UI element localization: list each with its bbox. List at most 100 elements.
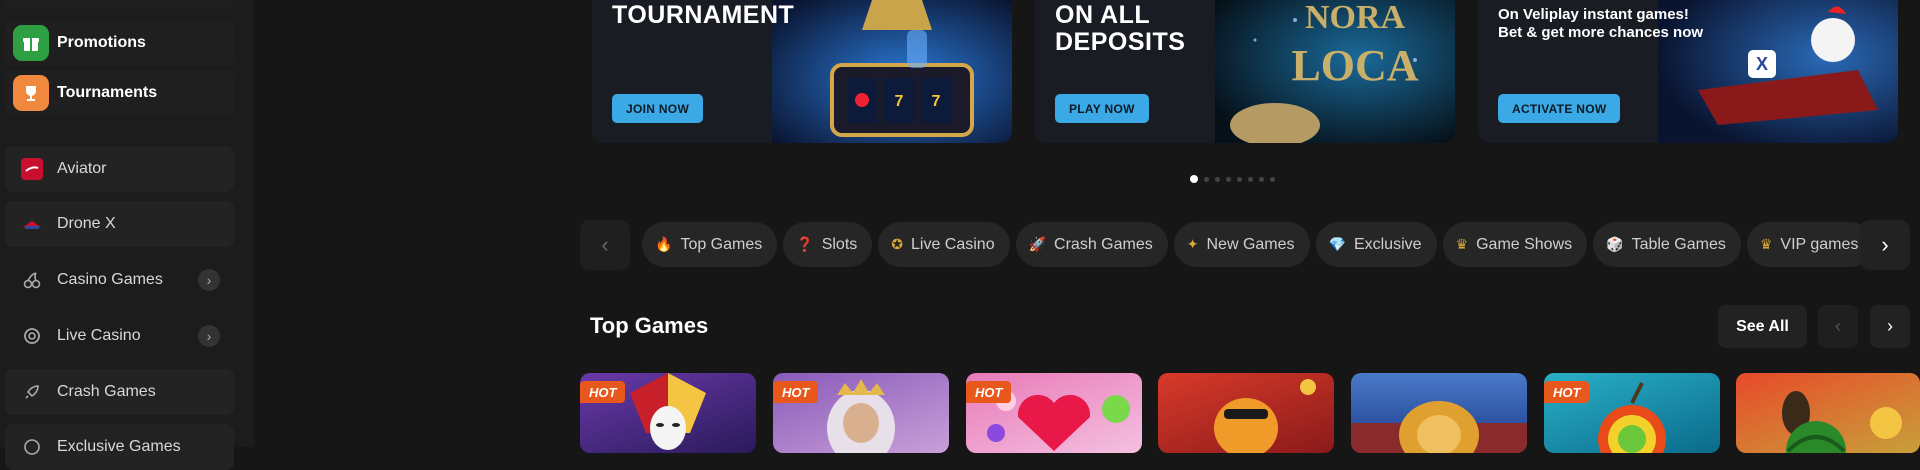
chevron-left-icon: ‹ xyxy=(1835,316,1841,336)
diamond-icon xyxy=(21,436,43,458)
drone-icon xyxy=(21,213,43,235)
banner-sub-line1: On Veliplay instant games! xyxy=(1498,6,1689,23)
chip-icon xyxy=(21,325,43,347)
carousel-dot[interactable] xyxy=(1237,176,1242,182)
category-next-button[interactable]: › xyxy=(1860,220,1910,270)
carousel-dot[interactable] xyxy=(1226,176,1231,182)
sidebar: Promotions Tournaments Aviator Drone X C… xyxy=(0,0,254,470)
tab-crash-games[interactable]: 🚀 Crash Games xyxy=(1015,222,1168,267)
trophy-icon xyxy=(13,75,49,111)
svg-text:7: 7 xyxy=(895,93,904,110)
sidebar-item-exclusive-games[interactable]: Exclusive Games xyxy=(5,424,234,470)
game-tile-tiger[interactable] xyxy=(1158,373,1334,453)
sidebar-item-live-casino[interactable]: Live Casino › xyxy=(5,313,234,359)
sidebar-item-label: Exclusive Games xyxy=(57,438,181,455)
games-next-button[interactable]: › xyxy=(1870,305,1910,348)
tab-label: Table Games xyxy=(1631,235,1726,253)
chip-icon: ✪ xyxy=(891,236,903,252)
chevron-left-icon: ‹ xyxy=(601,232,609,257)
gameshow-icon: ♛ xyxy=(1455,236,1469,252)
tab-label: Slots xyxy=(821,235,858,253)
sidebar-item-label: Tournaments xyxy=(57,84,158,101)
banner-title-line2: DEPOSITS xyxy=(1055,28,1186,56)
games-prev-button[interactable]: ‹ xyxy=(1818,305,1858,348)
svg-text:X: X xyxy=(1756,54,1768,74)
carousel-dot[interactable] xyxy=(1248,176,1253,182)
banner-title: TOURNAMENT xyxy=(612,1,795,29)
dice-icon: 🎲 xyxy=(1606,236,1624,252)
carousel-dot[interactable] xyxy=(1270,176,1275,182)
join-now-button[interactable]: JOIN NOW xyxy=(612,94,704,123)
see-all-button[interactable]: See All xyxy=(1718,305,1807,348)
tab-label: Live Casino xyxy=(911,235,995,253)
tab-live-casino[interactable]: ✪ Live Casino xyxy=(878,222,1010,267)
sidebar-item-label: Aviator xyxy=(57,160,107,177)
art-text-loca: LOCA xyxy=(1291,41,1418,90)
play-now-button[interactable]: PLAY NOW xyxy=(1055,94,1149,123)
tab-slots[interactable]: ❓ Slots xyxy=(783,222,873,267)
hot-badge: HOT xyxy=(966,381,1012,403)
tab-vip-games[interactable]: ♛ VIP games xyxy=(1746,222,1874,267)
hot-badge: HOT xyxy=(773,381,819,403)
game-tile-jester[interactable]: HOT xyxy=(580,373,756,453)
promo-banner-veliplay[interactable]: X On Veliplay instant games! Bet & get m… xyxy=(1478,0,1898,143)
promo-banner-deposits[interactable]: NORA LOCA ON ALL DEPOSITS PLAY NOW xyxy=(1035,0,1455,143)
gift-icon xyxy=(13,25,49,61)
category-prev-button[interactable]: ‹ xyxy=(580,220,630,270)
game-tile-lion[interactable] xyxy=(1351,373,1527,453)
aviator-icon xyxy=(21,158,43,180)
carousel-dot[interactable] xyxy=(1204,176,1209,182)
tab-label: Game Shows xyxy=(1476,235,1573,253)
carousel-dot[interactable] xyxy=(1259,176,1264,182)
hot-badge: HOT xyxy=(580,381,626,403)
rocket-icon xyxy=(21,381,43,403)
tab-new-games[interactable]: ✦ New Games xyxy=(1173,222,1310,267)
tab-game-shows[interactable]: ♛ Game Shows xyxy=(1442,222,1588,267)
carousel-pagination xyxy=(1190,175,1275,183)
banner-title-line1: ON ALL xyxy=(1055,1,1151,29)
rocket-icon: 🚀 xyxy=(1028,236,1047,252)
game-tile-fruit[interactable]: HOT xyxy=(1544,373,1720,453)
activate-now-button[interactable]: ACTIVATE NOW xyxy=(1498,94,1621,123)
cherries-icon xyxy=(21,269,43,291)
sidebar-item-promotions[interactable]: Promotions xyxy=(5,20,234,66)
sidebar-item-casino-games[interactable]: Casino Games › xyxy=(5,257,234,303)
game-tile-watermelon[interactable] xyxy=(1736,373,1920,453)
chevron-right-icon[interactable]: › xyxy=(198,269,220,291)
tab-label: Top Games xyxy=(680,235,763,253)
sidebar-item-label: Promotions xyxy=(57,34,146,51)
game-tile-candy[interactable]: HOT xyxy=(966,373,1142,453)
slots-icon: ❓ xyxy=(796,236,814,252)
sidebar-item-label: Casino Games xyxy=(57,271,163,288)
tab-top-games[interactable]: 🔥 Top Games xyxy=(642,222,778,267)
sidebar-item-label: Crash Games xyxy=(57,383,156,400)
game-tile-zeus[interactable]: HOT xyxy=(773,373,949,453)
sidebar-item-tournaments[interactable]: Tournaments xyxy=(5,70,234,116)
sidebar-item-aviator[interactable]: Aviator xyxy=(5,146,234,192)
tab-exclusive[interactable]: 💎 Exclusive xyxy=(1315,222,1437,267)
sidebar-item-drone-x[interactable]: Drone X xyxy=(5,201,234,247)
sidebar-item-label: Drone X xyxy=(57,215,116,232)
promo-banner-tournament[interactable]: 7 7 TOURNAMENT JOIN NOW xyxy=(592,0,1012,143)
svg-text:7: 7 xyxy=(932,93,941,110)
tab-label: Crash Games xyxy=(1054,235,1153,253)
tab-label: New Games xyxy=(1206,235,1295,253)
sidebar-item-crash-games[interactable]: Crash Games xyxy=(5,369,234,415)
flame-icon: 🔥 xyxy=(655,236,673,252)
nora-loca-art: NORA LOCA xyxy=(1215,0,1455,143)
art-text-nora: NORA xyxy=(1305,0,1406,36)
tab-table-games[interactable]: 🎲 Table Games xyxy=(1593,222,1741,267)
sparkle-icon: ✦ xyxy=(1186,236,1199,252)
chevron-right-icon[interactable]: › xyxy=(198,325,220,347)
diamond-icon: 💎 xyxy=(1328,236,1346,252)
section-title: Top Games xyxy=(590,313,709,338)
category-tabs: 🔥 Top Games ❓ Slots ✪ Live Casino 🚀 Crash Ga… xyxy=(642,222,1874,267)
sidebar-item-partial[interactable] xyxy=(5,0,234,8)
carousel-dot[interactable] xyxy=(1215,176,1220,182)
banner-sub-line2: Bet & get more chances now xyxy=(1498,24,1704,41)
carousel-dot[interactable] xyxy=(1190,175,1198,183)
rooster-art: X xyxy=(1658,0,1898,143)
tab-label: Exclusive xyxy=(1353,235,1422,253)
sidebar-item-label: Live Casino xyxy=(57,327,141,344)
chevron-right-icon: › xyxy=(1881,232,1889,257)
